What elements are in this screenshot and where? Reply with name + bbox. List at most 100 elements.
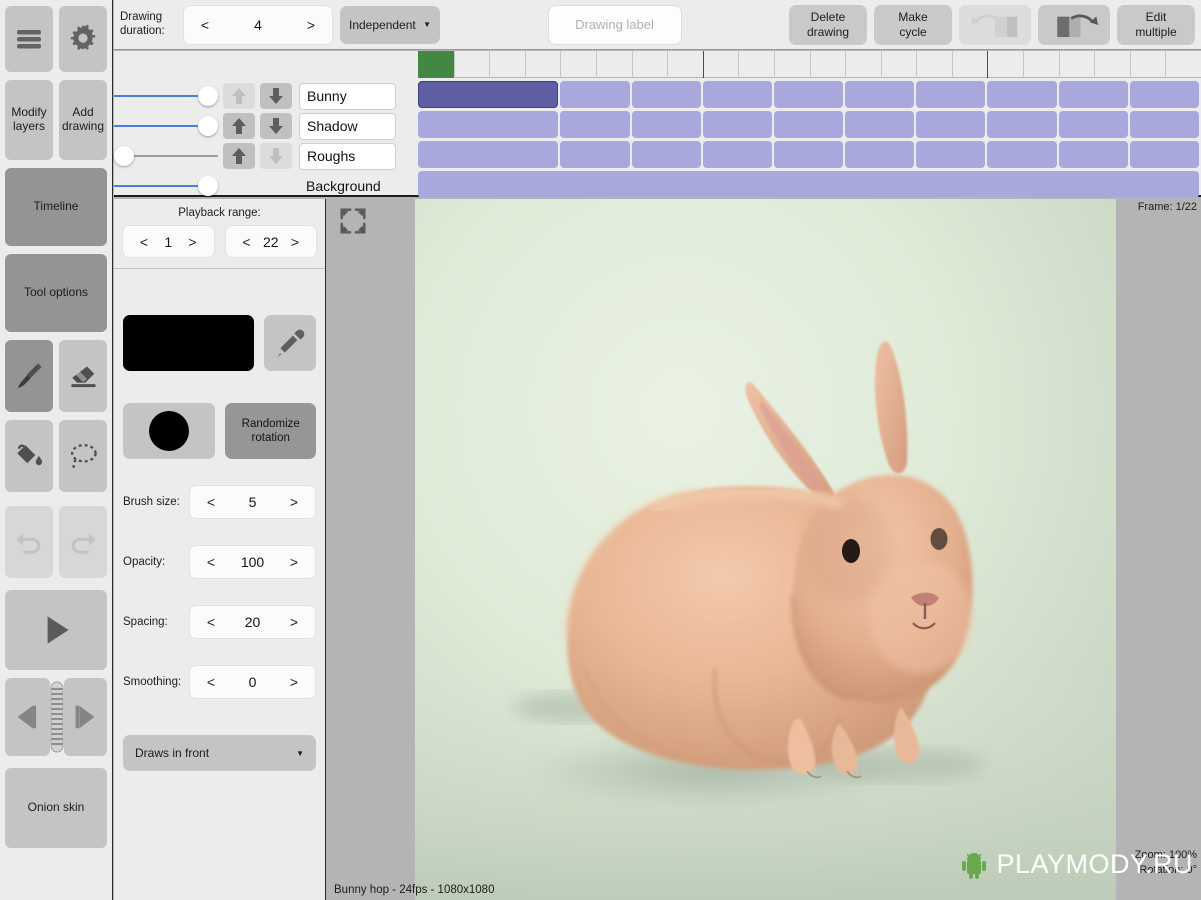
spacing-decrement[interactable]: <: [204, 614, 218, 630]
timeline-cell[interactable]: [845, 81, 914, 108]
delete-drawing-button[interactable]: Delete drawing: [789, 5, 867, 45]
timeline-cell[interactable]: [916, 81, 985, 108]
brush-tip-preview[interactable]: [123, 403, 215, 459]
playback-start-decrement[interactable]: <: [137, 234, 151, 250]
playback-start-stepper[interactable]: < 1 >: [122, 225, 215, 258]
brush-size-decrement[interactable]: <: [204, 494, 218, 510]
timeline-cell[interactable]: [987, 141, 1056, 168]
opacity-stepper[interactable]: < 100 >: [189, 545, 316, 579]
timeline-cell[interactable]: [560, 141, 629, 168]
layer-opacity-slider[interactable]: [114, 141, 218, 171]
timeline-track[interactable]: [418, 81, 1201, 108]
timeline-cell[interactable]: [916, 141, 985, 168]
drawing-mode-dropdown[interactable]: Independent ▼: [340, 6, 440, 44]
timeline-panel-toggle[interactable]: Timeline: [5, 168, 107, 246]
layer-name-input[interactable]: Shadow: [299, 113, 396, 140]
drawing-duration-stepper[interactable]: < 4 >: [183, 5, 333, 45]
slider-knob[interactable]: [198, 86, 218, 106]
slider-knob[interactable]: [198, 176, 218, 196]
playback-end-increment[interactable]: >: [288, 234, 302, 250]
timeline-cell[interactable]: [703, 141, 772, 168]
brush-size-increment[interactable]: >: [287, 494, 301, 510]
flip-right-button[interactable]: [1038, 5, 1110, 45]
timeline-track[interactable]: [418, 171, 1201, 197]
timeline-cell[interactable]: [703, 81, 772, 108]
onion-skin-button[interactable]: Onion skin: [5, 768, 107, 848]
timeline-cell-selected[interactable]: [418, 81, 558, 108]
tool-options-panel-toggle[interactable]: Tool options: [5, 254, 107, 332]
timeline-cell[interactable]: [1130, 141, 1199, 168]
slider-knob[interactable]: [114, 146, 134, 166]
duration-increment[interactable]: >: [304, 17, 318, 33]
hamburger-menu-button[interactable]: [5, 6, 53, 72]
timeline-cell[interactable]: [632, 111, 701, 138]
make-cycle-button[interactable]: Make cycle: [874, 5, 952, 45]
add-drawing-button[interactable]: Add drawing: [59, 80, 107, 160]
timeline-cell[interactable]: [418, 111, 558, 138]
drawing-canvas[interactable]: [415, 199, 1116, 900]
modify-layers-button[interactable]: Modify layers: [5, 80, 53, 160]
slider-knob[interactable]: [198, 116, 218, 136]
redo-button[interactable]: [59, 506, 107, 578]
layer-move-down-button[interactable]: [260, 113, 292, 139]
timeline-cell[interactable]: [774, 111, 843, 138]
timeline-cell[interactable]: [987, 81, 1056, 108]
timeline-cell[interactable]: [418, 171, 1199, 197]
lasso-select-tool-button[interactable]: [59, 420, 107, 492]
timeline-cell[interactable]: [1130, 111, 1199, 138]
timeline-cell[interactable]: [774, 81, 843, 108]
timeline-cell[interactable]: [632, 81, 701, 108]
layer-name-input[interactable]: Roughs: [299, 143, 396, 170]
timeline-cell[interactable]: [1059, 111, 1128, 138]
playback-end-stepper[interactable]: < 22 >: [225, 225, 318, 258]
playback-end-decrement[interactable]: <: [240, 234, 254, 250]
layer-name-input[interactable]: Background: [299, 173, 396, 200]
timeline-cell[interactable]: [560, 111, 629, 138]
settings-button[interactable]: [59, 6, 107, 72]
playback-start-increment[interactable]: >: [186, 234, 200, 250]
layer-opacity-slider[interactable]: [114, 111, 218, 141]
smoothing-increment[interactable]: >: [287, 674, 301, 690]
layer-move-up-button[interactable]: [223, 113, 255, 139]
opacity-increment[interactable]: >: [287, 554, 301, 570]
previous-frame-button[interactable]: [5, 678, 50, 756]
color-swatch[interactable]: [123, 315, 254, 371]
timeline-tracks[interactable]: [418, 51, 1201, 197]
timeline-cell[interactable]: [1059, 81, 1128, 108]
fullscreen-expand-button[interactable]: [335, 203, 371, 239]
timeline-ruler[interactable]: [418, 51, 1201, 78]
drawing-label-input[interactable]: Drawing label: [548, 5, 682, 45]
timeline-cell[interactable]: [632, 141, 701, 168]
eraser-tool-button[interactable]: [59, 340, 107, 412]
opacity-decrement[interactable]: <: [204, 554, 218, 570]
flip-left-button[interactable]: [959, 5, 1031, 45]
layer-move-up-button[interactable]: [223, 83, 255, 109]
timeline-cell[interactable]: [1130, 81, 1199, 108]
timeline-track[interactable]: [418, 141, 1201, 168]
timeline-cell[interactable]: [560, 81, 629, 108]
play-button[interactable]: [5, 590, 107, 670]
layer-opacity-slider[interactable]: [114, 171, 218, 201]
timeline-cell[interactable]: [845, 141, 914, 168]
layer-opacity-slider[interactable]: [114, 81, 218, 111]
frame-scrub-handle[interactable]: [50, 678, 64, 756]
timeline-cell[interactable]: [845, 111, 914, 138]
layer-move-down-button[interactable]: [260, 83, 292, 109]
layer-move-down-button[interactable]: [260, 143, 292, 169]
smoothing-stepper[interactable]: < 0 >: [189, 665, 316, 699]
layer-move-up-button[interactable]: [223, 143, 255, 169]
timeline-cell[interactable]: [703, 111, 772, 138]
timeline-cell[interactable]: [916, 111, 985, 138]
timeline-cell[interactable]: [774, 141, 843, 168]
draw-order-dropdown[interactable]: Draws in front ▼: [123, 735, 316, 771]
timeline-cell[interactable]: [1059, 141, 1128, 168]
eyedropper-button[interactable]: [264, 315, 316, 371]
paint-bucket-tool-button[interactable]: [5, 420, 53, 492]
timeline-cell[interactable]: [987, 111, 1056, 138]
brush-size-stepper[interactable]: < 5 >: [189, 485, 316, 519]
playhead-marker[interactable]: [418, 51, 454, 78]
layer-name-input[interactable]: Bunny: [299, 83, 396, 110]
timeline-track[interactable]: [418, 111, 1201, 138]
spacing-increment[interactable]: >: [287, 614, 301, 630]
edit-multiple-button[interactable]: Edit multiple: [1117, 5, 1195, 45]
